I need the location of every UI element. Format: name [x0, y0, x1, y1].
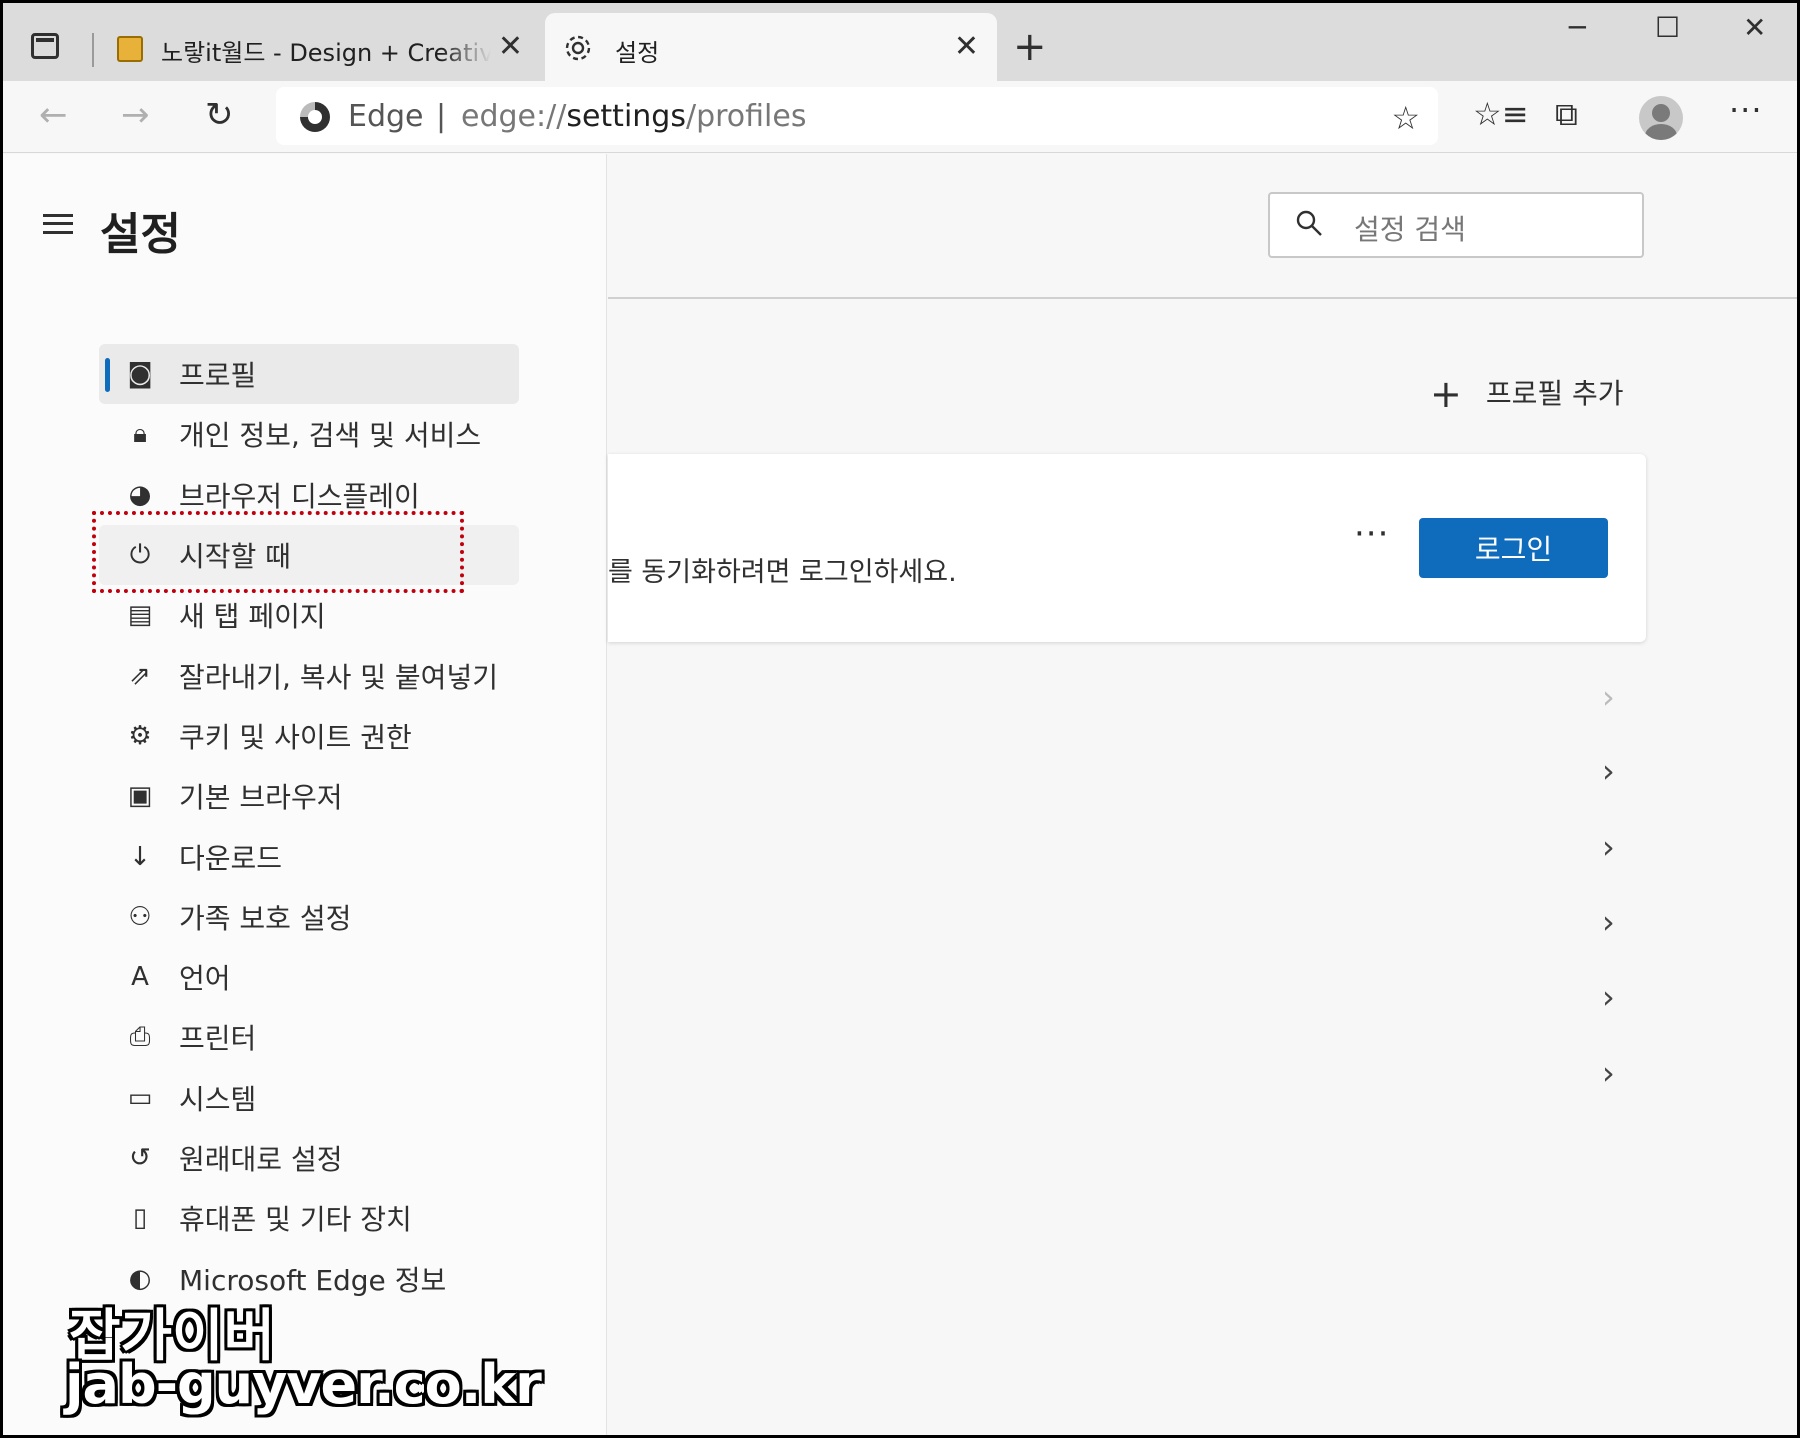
sidebar-item-label: 프린터 — [179, 1022, 257, 1056]
chevron-right-icon[interactable]: › — [1602, 903, 1615, 941]
forward-button[interactable]: → — [121, 95, 150, 135]
more-menu-icon[interactable]: ··· — [1729, 91, 1763, 129]
search-icon — [1296, 210, 1322, 236]
watermark-url: jab-guyver.co.kr — [65, 1353, 542, 1416]
browser-window: 노랗it월드 - Design + Creative + IT ✕ 설정 ✕ +… — [3, 3, 1797, 1435]
refresh-button[interactable]: ↻ — [205, 95, 234, 135]
sidebar-item-label: 다운로드 — [179, 841, 283, 875]
page-title: 설정 — [100, 209, 181, 260]
family-icon: ⚇ — [128, 901, 152, 932]
sidebar-item-8[interactable]: ↓ 다운로드 — [99, 826, 519, 886]
sidebar-item-label: 시스템 — [179, 1082, 257, 1116]
sidebar-item-label: 잘라내기, 복사 및 붙여넣기 — [179, 660, 498, 694]
sidebar-item-1[interactable]: 🔒︎ 개인 정보, 검색 및 서비스 — [99, 404, 519, 464]
sidebar-item-11[interactable]: ⎙ 프린터 — [99, 1007, 519, 1067]
sidebar-item-9[interactable]: ⚇ 가족 보호 설정 — [99, 887, 519, 947]
profile-icon: ◙ — [127, 359, 153, 390]
sidebar-item-12[interactable]: ▭ 시스템 — [99, 1068, 519, 1128]
sidebar-item-label: 브라우저 디스플레이 — [179, 479, 420, 513]
url-text: edge://settings/profiles — [461, 99, 807, 134]
sidebar-item-0[interactable]: ◙ 프로필 — [99, 344, 519, 405]
sidebar-item-label: 언어 — [179, 962, 231, 996]
sidebar-item-label: 프로필 — [179, 359, 257, 393]
settings-sidebar: 설정 ◙ 프로필 🔒︎ 개인 정보, 검색 및 서비스 ◕ 브라우저 디스플레이 ⏻ 시작할 … — [3, 154, 607, 1435]
gear-icon — [565, 35, 591, 61]
sidebar-item-label: 개인 정보, 검색 및 서비스 — [179, 419, 482, 453]
sidebar-item-label: 원래대로 설정 — [179, 1143, 343, 1176]
printer-icon: ⎙ — [129, 1022, 151, 1053]
language-icon: A — [131, 962, 149, 993]
reset-icon: ↺ — [129, 1143, 151, 1173]
address-separator: | — [436, 99, 447, 134]
profile-card: 를 동기화하려면 로그인하세요. ··· 로그인 — [608, 454, 1646, 642]
profile-avatar[interactable] — [1639, 96, 1683, 140]
tab-actions-icon[interactable] — [31, 33, 59, 59]
browser-brand: Edge — [348, 99, 424, 134]
share-icon: ⇗ — [129, 660, 151, 691]
back-button[interactable]: ← — [39, 95, 68, 135]
chevron-right-icon[interactable]: › — [1602, 978, 1615, 1016]
highlight-annotation — [92, 511, 464, 593]
new-tab-button[interactable]: + — [1013, 27, 1047, 67]
hamburger-menu-icon[interactable] — [43, 214, 73, 234]
sidebar-item-label: 가족 보호 설정 — [179, 901, 352, 935]
profile-more-icon[interactable]: ··· — [1354, 514, 1389, 554]
tab-settings[interactable]: 설정 ✕ — [545, 13, 997, 81]
plus-icon: + — [1430, 372, 1462, 416]
cookie-settings-icon: ⚙ — [128, 720, 152, 751]
sidebar-item-13[interactable]: ↺ 원래대로 설정 — [99, 1128, 519, 1188]
favorites-icon[interactable]: ☆≡ — [1473, 95, 1529, 133]
sidebar-item-4[interactable]: ▤ 새 탭 페이지 — [99, 585, 519, 645]
close-tab-icon[interactable]: ✕ — [954, 27, 979, 67]
navigation-toolbar: ← → ↻ Edge | edge://settings/profiles ☆ … — [3, 81, 1797, 153]
settings-search-input[interactable]: 설정 검색 — [1268, 192, 1644, 258]
new-tab-page-icon: ▤ — [127, 600, 153, 631]
minimize-button[interactable]: ─ — [1569, 11, 1586, 44]
window-close-button[interactable]: ✕ — [1743, 11, 1766, 44]
add-favorite-icon[interactable]: ☆ — [1391, 99, 1420, 137]
content-header: 설정 검색 — [608, 154, 1797, 299]
login-button[interactable]: 로그인 — [1419, 518, 1608, 578]
sidebar-item-7[interactable]: ▣ 기본 브라우저 — [99, 766, 519, 826]
sidebar-item-10[interactable]: A 언어 — [99, 947, 519, 1007]
chevron-right-icon[interactable]: › — [1602, 1054, 1615, 1092]
sidebar-item-label: 새 탭 페이지 — [179, 600, 326, 634]
address-bar[interactable]: Edge | edge://settings/profiles ☆ — [276, 87, 1438, 145]
sync-prompt-text: 를 동기화하려면 로그인하세요. — [608, 557, 957, 588]
edge-logo-icon — [300, 102, 330, 132]
tab-separator — [92, 33, 94, 67]
add-profile-button[interactable]: + 프로필 추가 — [1430, 372, 1624, 416]
tab-title: 설정 — [615, 39, 660, 67]
site-favicon-icon — [117, 36, 143, 62]
tab-title: 노랗it월드 - Design + Creative + IT — [161, 39, 491, 67]
tab-norangit[interactable]: 노랗it월드 - Design + Creative + IT ✕ — [101, 13, 541, 81]
sidebar-item-label: 기본 브라우저 — [179, 781, 343, 815]
lock-icon: 🔒︎ — [133, 419, 147, 450]
laptop-icon: ▭ — [127, 1082, 153, 1113]
settings-content: 설정 검색 + 프로필 추가 를 동기화하려면 로그인하세요. ··· 로그인 ›… — [608, 154, 1797, 1435]
palette-icon: ◕ — [128, 479, 152, 510]
maximize-button[interactable]: ☐ — [1655, 11, 1680, 44]
chevron-right-icon[interactable]: › — [1602, 678, 1615, 716]
download-icon: ↓ — [129, 841, 151, 872]
edge-logo-icon: ◐ — [128, 1263, 152, 1294]
sidebar-item-5[interactable]: ⇗ 잘라내기, 복사 및 붙여넣기 — [99, 645, 519, 705]
settings-nav-list: ◙ 프로필 🔒︎ 개인 정보, 검색 및 서비스 ◕ 브라우저 디스플레이 ⏻ 시작할 때 ▤ 새… — [99, 344, 519, 1309]
collections-icon[interactable]: ⧉ — [1555, 95, 1578, 134]
sidebar-item-6[interactable]: ⚙ 쿠키 및 사이트 권한 — [99, 706, 519, 766]
sidebar-item-label: 휴대폰 및 기타 장치 — [179, 1203, 412, 1237]
add-profile-label: 프로필 추가 — [1485, 377, 1624, 410]
default-browser-icon: ▣ — [127, 781, 153, 812]
chevron-right-icon[interactable]: › — [1602, 828, 1615, 866]
search-placeholder: 설정 검색 — [1354, 213, 1466, 246]
chevron-right-icon[interactable]: › — [1602, 752, 1615, 790]
tab-bar: 노랗it월드 - Design + Creative + IT ✕ 설정 ✕ +… — [3, 3, 1797, 81]
sidebar-item-14[interactable]: ▯ 휴대폰 및 기타 장치 — [99, 1188, 519, 1248]
close-tab-icon[interactable]: ✕ — [498, 27, 523, 67]
sidebar-item-label: 쿠키 및 사이트 권한 — [179, 720, 412, 754]
phone-icon: ▯ — [132, 1203, 148, 1234]
